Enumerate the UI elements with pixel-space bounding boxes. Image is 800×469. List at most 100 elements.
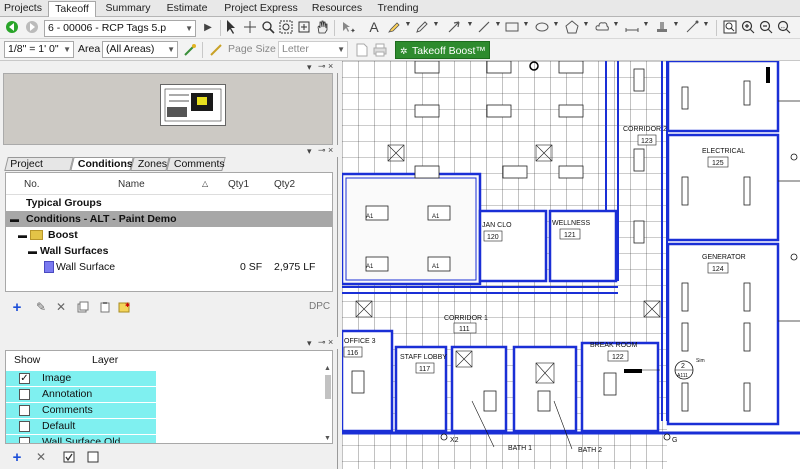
chevron-down-icon[interactable]: ▼: [466, 21, 474, 28]
column-header-no[interactable]: No.: [24, 179, 40, 190]
text-tool-icon[interactable]: A: [366, 19, 382, 35]
tab-takeoff[interactable]: Takeoff: [48, 1, 96, 18]
pin-icon[interactable]: ⊸: [318, 145, 326, 156]
page-size-icon[interactable]: [208, 42, 224, 58]
close-icon[interactable]: ×: [328, 61, 333, 71]
layer-row[interactable]: ✓ Image: [6, 371, 156, 386]
layer-visible-checkbox[interactable]: [19, 389, 30, 400]
column-header-qty1[interactable]: Qty1: [228, 179, 249, 190]
chevron-down-icon[interactable]: ▼: [612, 21, 620, 28]
add-layer-button[interactable]: +: [9, 449, 25, 466]
tab-trending[interactable]: Trending: [372, 1, 424, 17]
collapse-icon[interactable]: ▬: [28, 243, 37, 259]
chevron-down-icon[interactable]: ▾: [307, 146, 312, 157]
tab-estimate[interactable]: Estimate: [160, 1, 214, 17]
print-icon[interactable]: [372, 42, 388, 58]
condition-row[interactable]: ▬ Conditions - ALT - Paint Demo: [6, 211, 332, 227]
stamp-tool-icon[interactable]: [654, 19, 670, 35]
tab-project-express[interactable]: Project Express: [220, 1, 302, 17]
condition-row[interactable]: Typical Groups: [6, 195, 332, 211]
column-header-show[interactable]: Show: [14, 354, 40, 366]
edit-pencil-icon[interactable]: ✎: [33, 299, 49, 315]
zoom-page-icon[interactable]: [722, 19, 738, 35]
new-page-icon[interactable]: [354, 42, 370, 58]
zoom-window-icon[interactable]: [278, 19, 294, 35]
chevron-down-icon[interactable]: ▼: [432, 21, 440, 28]
crosshair-icon[interactable]: [242, 19, 258, 35]
zoom-in-icon[interactable]: [740, 19, 756, 35]
floor-plan[interactable]: CORRIDOR 2 123 ELECTRICAL 125 GENERATOR …: [342, 61, 800, 469]
layer-visible-checkbox[interactable]: [19, 405, 30, 416]
page-select[interactable]: 6 - 00006 - RCP Tags 5.p ▼: [44, 20, 196, 37]
arrow-tool-icon[interactable]: [446, 19, 462, 35]
delete-icon[interactable]: ✕: [53, 299, 69, 315]
markup-tool-icon[interactable]: [684, 19, 700, 35]
paste-icon[interactable]: [97, 299, 113, 315]
layer-visible-checkbox[interactable]: [19, 437, 30, 443]
layers-scrollbar[interactable]: ▲ ▼: [324, 365, 332, 443]
layer-visible-checkbox[interactable]: ✓: [19, 373, 30, 384]
tab-zones[interactable]: Zones: [130, 157, 170, 171]
sort-asc-icon[interactable]: △: [202, 179, 208, 188]
select-tool-icon[interactable]: [224, 19, 238, 35]
layer-row[interactable]: Wall Surface Old: [6, 435, 156, 443]
add-condition-button[interactable]: +: [9, 299, 25, 316]
collapse-icon[interactable]: ▬: [10, 211, 19, 227]
line-tool-icon[interactable]: [476, 19, 492, 35]
area-tool-icon[interactable]: [182, 42, 198, 58]
tab-project-view[interactable]: Project View: [4, 157, 74, 183]
close-icon[interactable]: ×: [328, 337, 333, 347]
pan-hand-icon[interactable]: [314, 19, 330, 35]
forward-icon[interactable]: [24, 19, 40, 35]
annotation-select-icon[interactable]: ✦: [340, 19, 356, 35]
tab-conditions[interactable]: Conditions: [70, 157, 134, 171]
column-header-qty2[interactable]: Qty2: [274, 179, 295, 190]
tab-comments[interactable]: Comments: [166, 157, 226, 171]
layer-row[interactable]: Annotation: [6, 387, 156, 402]
scale-select[interactable]: 1/8" = 1' 0" ▼: [4, 41, 74, 58]
column-header-layer[interactable]: Layer: [92, 354, 118, 366]
area-select[interactable]: (All Areas) ▼: [102, 41, 178, 58]
rectangle-tool-icon[interactable]: [504, 19, 520, 35]
tab-summary[interactable]: Summary: [100, 1, 156, 17]
next-page-icon[interactable]: ▶: [200, 19, 216, 35]
back-icon[interactable]: [4, 19, 20, 35]
delete-layer-icon[interactable]: ✕: [33, 449, 49, 465]
uncheck-all-icon[interactable]: [85, 449, 101, 465]
condition-row[interactable]: Wall Surface 0 SF 2,975 LF: [6, 259, 332, 275]
condition-row[interactable]: ▬ Wall Surfaces: [6, 243, 332, 259]
fit-page-icon[interactable]: [296, 19, 312, 35]
tab-projects[interactable]: Projects: [2, 1, 44, 17]
layer-row[interactable]: Comments: [6, 403, 156, 418]
chevron-down-icon[interactable]: ▼: [404, 21, 412, 28]
chevron-down-icon[interactable]: ▼: [702, 21, 710, 28]
zoom-width-icon[interactable]: ↔: [776, 19, 792, 35]
chevron-down-icon[interactable]: ▼: [552, 21, 560, 28]
condition-template-icon[interactable]: ✱: [117, 299, 133, 315]
chevron-down-icon[interactable]: ▼: [522, 21, 530, 28]
chevron-down-icon[interactable]: ▼: [672, 21, 680, 28]
cloud-tool-icon[interactable]: [594, 19, 610, 35]
zoom-icon[interactable]: [260, 19, 276, 35]
chevron-down-icon[interactable]: ▼: [494, 21, 502, 28]
ellipse-tool-icon[interactable]: [534, 19, 550, 35]
polygon-tool-icon[interactable]: [564, 19, 580, 35]
drawing-canvas[interactable]: CORRIDOR 2 123 ELECTRICAL 125 GENERATOR …: [342, 61, 800, 469]
chevron-down-icon[interactable]: ▼: [582, 21, 590, 28]
condition-row[interactable]: ▬ Boost: [6, 227, 332, 243]
measure-tool-icon[interactable]: [624, 19, 640, 35]
pin-icon[interactable]: ⊸: [318, 61, 326, 72]
chevron-down-icon[interactable]: ▾: [307, 338, 312, 349]
pin-icon[interactable]: ⊸: [318, 337, 326, 348]
collapse-icon[interactable]: ▬: [18, 227, 27, 243]
highlighter-icon[interactable]: [386, 19, 402, 35]
tab-resources[interactable]: Resources: [306, 1, 368, 17]
page-thumbnail[interactable]: [160, 84, 226, 126]
layer-row[interactable]: Default: [6, 419, 156, 434]
chevron-down-icon[interactable]: ▼: [642, 21, 650, 28]
zoom-out-icon[interactable]: [758, 19, 774, 35]
pen-icon[interactable]: [414, 19, 430, 35]
page-size-select[interactable]: Letter ▼: [278, 41, 348, 58]
page-thumbnail-area[interactable]: [3, 73, 333, 145]
check-all-icon[interactable]: [61, 449, 77, 465]
